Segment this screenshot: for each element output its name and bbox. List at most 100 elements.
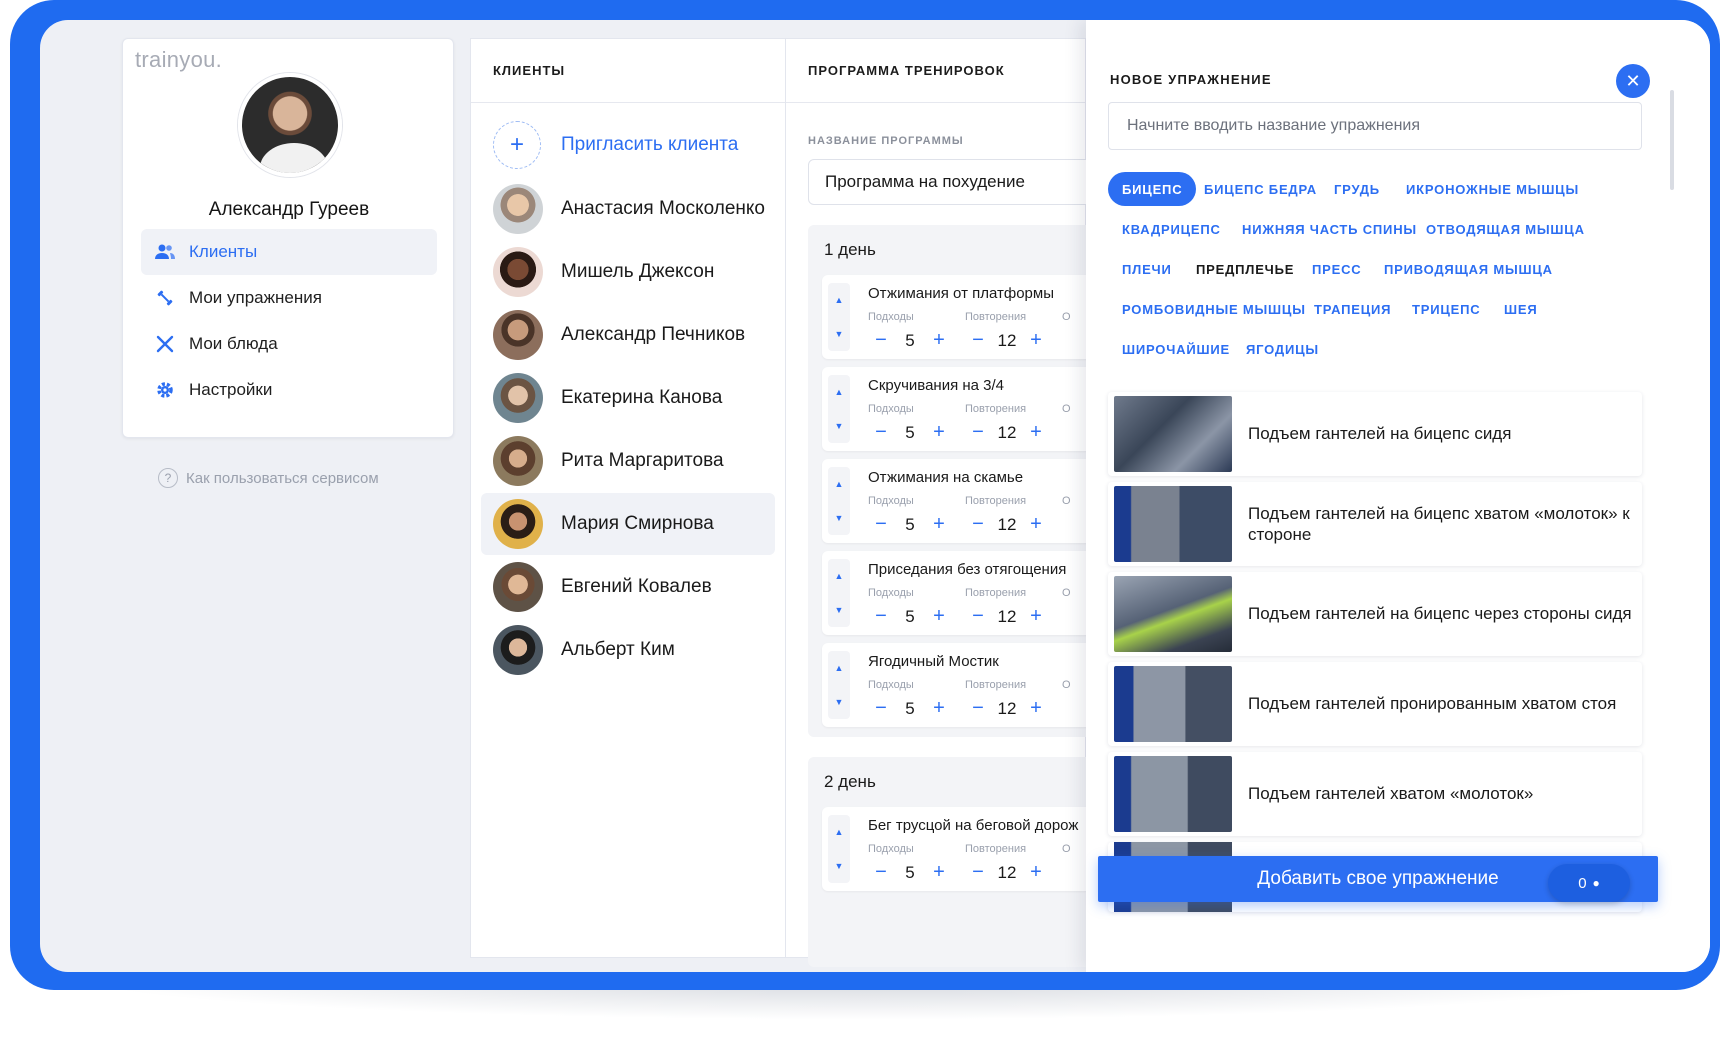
tag-shoulders[interactable]: ПЛЕЧИ xyxy=(1108,252,1186,286)
minus-button[interactable]: − xyxy=(967,697,989,720)
invite-client-label: Пригласить клиента xyxy=(561,134,739,155)
plus-button[interactable]: + xyxy=(1025,605,1047,628)
tag-forearms[interactable]: ПРЕДПЛЕЧЬЕ xyxy=(1182,252,1308,286)
plus-button[interactable]: + xyxy=(928,605,950,628)
minus-button[interactable]: − xyxy=(870,605,892,628)
exercise-card[interactable]: ▲ ▼ Ягодичный Мостик Подходы Повторения О… xyxy=(822,643,1112,727)
third-label: О xyxy=(1062,311,1071,323)
exercise-list-item[interactable]: Подъем гантелей на бицепс сидя xyxy=(1108,392,1642,476)
exercise-card[interactable]: ▲ ▼ Приседания без отягощения Подходы Пов… xyxy=(822,551,1112,635)
sidebar-item-clients[interactable]: Клиенты xyxy=(141,229,437,275)
exercise-card[interactable]: ▲ ▼ Бег трусцой на беговой дорож Подходы … xyxy=(822,807,1112,891)
plus-button[interactable]: + xyxy=(928,329,950,352)
minus-button[interactable]: − xyxy=(870,513,892,536)
exercise-list-item[interactable]: Подъем гантелей пронированным хватом сто… xyxy=(1108,662,1642,746)
reorder-handle[interactable]: ▲ ▼ xyxy=(828,283,850,351)
tag-glutes[interactable]: ЯГОДИЦЫ xyxy=(1232,332,1333,366)
client-row[interactable]: Мария Смирнова xyxy=(481,493,775,555)
chat-button[interactable]: 0 ● xyxy=(1548,864,1630,902)
arrow-up-icon[interactable]: ▲ xyxy=(835,571,844,581)
users-icon xyxy=(155,242,175,262)
exercise-card[interactable]: ▲ ▼ Отжимания от платформы Подходы Повтор… xyxy=(822,275,1112,359)
reorder-handle[interactable]: ▲ ▼ xyxy=(828,467,850,535)
plus-button[interactable]: + xyxy=(928,513,950,536)
reorder-handle[interactable]: ▲ ▼ xyxy=(828,559,850,627)
exercise-card[interactable]: ▲ ▼ Отжимания на скамье Подходы Повторени… xyxy=(822,459,1112,543)
client-row[interactable]: Евгений Ковалев xyxy=(481,556,775,618)
minus-button[interactable]: − xyxy=(967,421,989,444)
arrow-down-icon[interactable]: ▼ xyxy=(835,513,844,523)
reorder-handle[interactable]: ▲ ▼ xyxy=(828,651,850,719)
client-row[interactable]: Альберт Ким xyxy=(481,619,775,681)
sidebar-item-label: Мои блюда xyxy=(189,334,278,353)
close-button[interactable]: ✕ xyxy=(1616,64,1650,98)
plus-button[interactable]: + xyxy=(1025,697,1047,720)
tag-chest[interactable]: ГРУДЬ xyxy=(1320,172,1394,206)
sets-value: 5 xyxy=(905,422,915,442)
plus-button[interactable]: + xyxy=(928,697,950,720)
tag-rhomboids[interactable]: РОМБОВИДНЫЕ МЫШЦЫ xyxy=(1108,292,1320,326)
invite-client-button[interactable]: + Пригласить клиента xyxy=(471,113,785,177)
minus-button[interactable]: − xyxy=(870,697,892,720)
exercise-list-label: Подъем гантелей пронированным хватом сто… xyxy=(1248,694,1617,714)
minus-button[interactable]: − xyxy=(967,513,989,536)
arrow-up-icon[interactable]: ▲ xyxy=(835,479,844,489)
sidebar-item-label: Клиенты xyxy=(189,242,258,261)
tag-adductors[interactable]: ПРИВОДЯЩАЯ МЫШЦА xyxy=(1370,252,1567,286)
minus-button[interactable]: − xyxy=(967,605,989,628)
exercise-search-input[interactable]: Начните вводить название упражнения xyxy=(1108,102,1642,150)
help-link[interactable]: ? Как пользоваться сервисом xyxy=(158,468,379,488)
plus-button[interactable]: + xyxy=(1025,421,1047,444)
arrow-up-icon[interactable]: ▲ xyxy=(835,827,844,837)
minus-button[interactable]: − xyxy=(967,329,989,352)
client-row[interactable]: Рита Маргаритова xyxy=(481,430,775,492)
client-row[interactable]: Мишель Джексон xyxy=(481,241,775,303)
program-name-input[interactable]: Программа на похудение xyxy=(808,159,1108,205)
exercise-card[interactable]: ▲ ▼ Скручивания на 3/4 Подходы Повторения… xyxy=(822,367,1112,451)
plus-icon: + xyxy=(493,121,541,169)
tag-lats[interactable]: ШИРОЧАЙШИЕ xyxy=(1108,332,1244,366)
exercise-list-item[interactable]: Подъем гантелей на бицепс хватом «молото… xyxy=(1108,482,1642,566)
arrow-down-icon[interactable]: ▼ xyxy=(835,329,844,339)
tag-neck[interactable]: ШЕЯ xyxy=(1490,292,1551,326)
arrow-up-icon[interactable]: ▲ xyxy=(835,295,844,305)
tag-trapezius[interactable]: ТРАПЕЦИЯ xyxy=(1300,292,1405,326)
tag-calves[interactable]: ИКРОНОЖНЫЕ МЫШЦЫ xyxy=(1392,172,1593,206)
scrollbar[interactable] xyxy=(1670,90,1674,190)
client-row[interactable]: Анастасия Москоленко xyxy=(481,178,775,240)
sidebar-item-exercises[interactable]: Мои упражнения xyxy=(141,275,437,321)
exercise-list-item[interactable]: Подъем гантелей на бицепс через стороны … xyxy=(1108,572,1642,656)
trainer-name: Александр Гуреев xyxy=(208,199,370,220)
plus-button[interactable]: + xyxy=(1025,329,1047,352)
arrow-up-icon[interactable]: ▲ xyxy=(835,387,844,397)
minus-button[interactable]: − xyxy=(870,421,892,444)
tag-hamstrings[interactable]: БИЦЕПС БЕДРА xyxy=(1190,172,1331,206)
tag-abductors[interactable]: ОТВОДЯЩАЯ МЫШЦА xyxy=(1412,212,1599,246)
arrow-down-icon[interactable]: ▼ xyxy=(835,861,844,871)
minus-button[interactable]: − xyxy=(870,861,892,884)
tag-quadriceps[interactable]: КВАДРИЦЕПС xyxy=(1108,212,1235,246)
arrow-down-icon[interactable]: ▼ xyxy=(835,697,844,707)
plus-button[interactable]: + xyxy=(1025,513,1047,536)
plus-button[interactable]: + xyxy=(1025,861,1047,884)
tag-triceps[interactable]: ТРИЦЕПС xyxy=(1398,292,1494,326)
minus-button[interactable]: − xyxy=(967,861,989,884)
arrow-down-icon[interactable]: ▼ xyxy=(835,421,844,431)
tag-biceps[interactable]: БИЦЕПС xyxy=(1108,172,1197,206)
plus-button[interactable]: + xyxy=(928,861,950,884)
plus-button[interactable]: + xyxy=(928,421,950,444)
exercise-name: Приседания без отягощения xyxy=(868,561,1067,578)
sidebar-item-settings[interactable]: Настройки xyxy=(141,367,437,413)
sidebar-item-meals[interactable]: Мои блюда xyxy=(141,321,437,367)
tag-abs[interactable]: ПРЕСС xyxy=(1298,252,1375,286)
reorder-handle[interactable]: ▲ ▼ xyxy=(828,815,850,883)
arrow-down-icon[interactable]: ▼ xyxy=(835,605,844,615)
arrow-up-icon[interactable]: ▲ xyxy=(835,663,844,673)
client-row[interactable]: Александр Печников xyxy=(481,304,775,366)
client-row[interactable]: Екатерина Канова xyxy=(481,367,775,429)
exercise-list-item[interactable]: Подъем гантелей хватом «молоток» xyxy=(1108,752,1642,836)
tag-lower-back[interactable]: НИЖНЯЯ ЧАСТЬ СПИНЫ xyxy=(1228,212,1431,246)
minus-button[interactable]: − xyxy=(870,329,892,352)
reorder-handle[interactable]: ▲ ▼ xyxy=(828,375,850,443)
avatar xyxy=(493,562,543,612)
